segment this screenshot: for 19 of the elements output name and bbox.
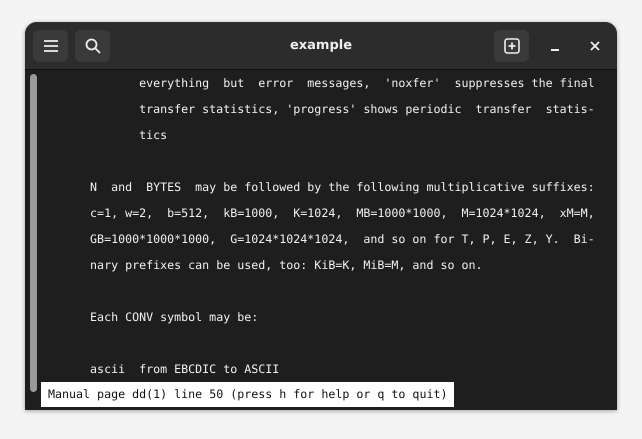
terminal-line: GB=1000*1000*1000, G=1024*1024*1024, and so on for T, P, E, Z, Y. Bi- [90,232,595,246]
plus-square-icon [504,38,520,54]
search-button[interactable] [75,30,110,62]
window-title: example [288,38,354,53]
terminal-line: transfer statistics, 'progress' shows periodic transfer statis- [139,102,595,116]
scrollbar-thumb[interactable] [30,74,37,392]
terminal-line: c=1, w=2, b=512, kB=1000, K=1024, MB=1000*1000, M=1024*1024, xM=M, [90,206,595,220]
terminal-line: tics [139,128,168,142]
close-icon [590,40,600,50]
terminal-line: N and BYTES may be followed by the following multiplicative suffixes: [90,180,595,194]
terminal-line: everything but error messages, 'noxfer' suppresses the final [139,76,595,90]
menu-icon [42,38,58,52]
menu-button[interactable] [33,30,68,62]
new-tab-button[interactable] [494,30,529,62]
terminal-line: ascii from EBCDIC to ASCII [90,362,280,376]
terminal-line: Each CONV symbol may be: [90,310,258,324]
minimize-icon [550,48,560,50]
terminal-line: nary prefixes can be used, too: KiB=K, MiB=M, and so on. [90,258,483,272]
search-icon [84,38,100,54]
